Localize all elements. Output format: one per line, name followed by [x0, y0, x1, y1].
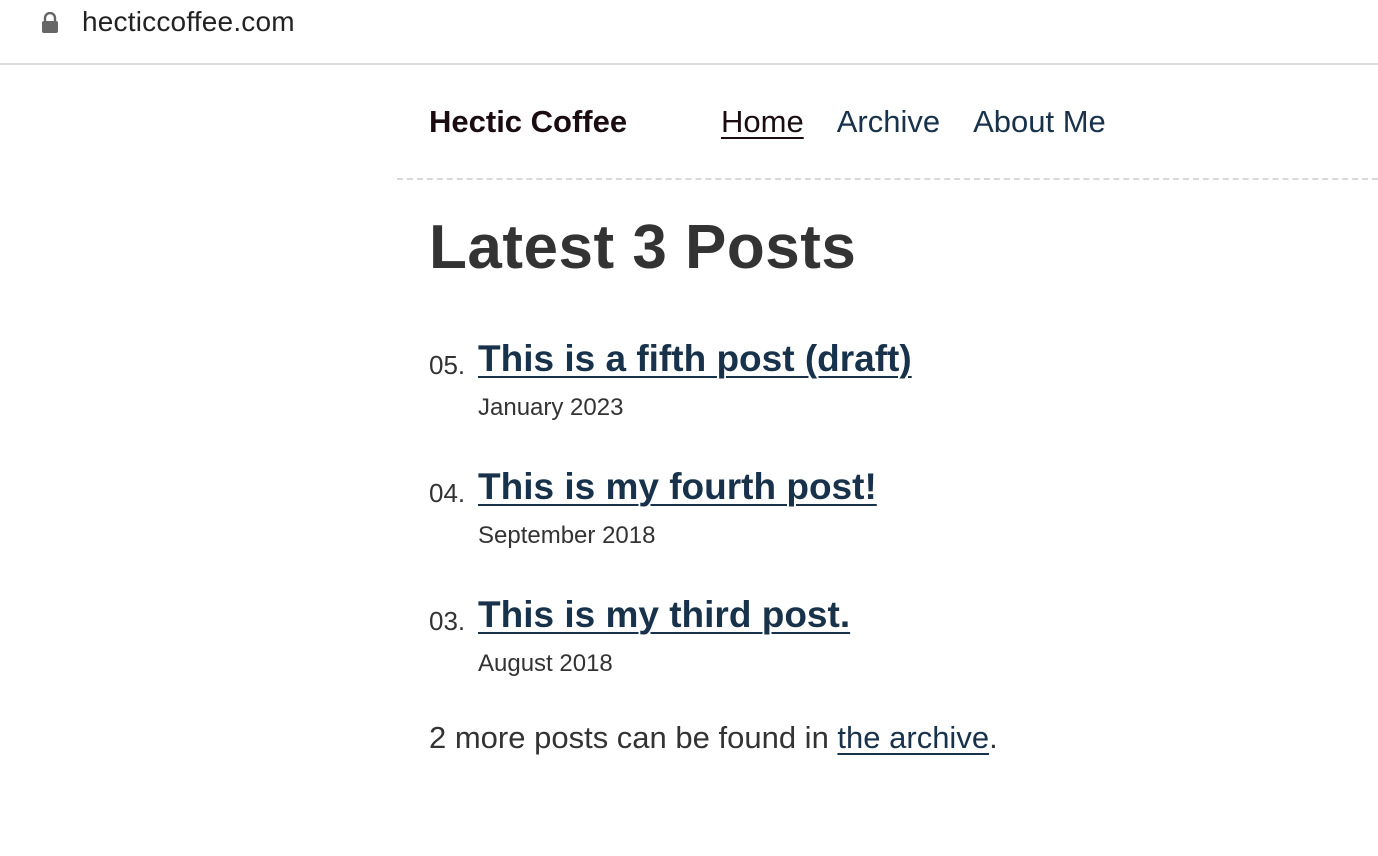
page-title: Latest 3 Posts — [429, 213, 857, 282]
nav-archive[interactable]: Archive — [837, 104, 940, 140]
post-title-link[interactable]: This is a fifth post (draft) — [478, 338, 912, 380]
more-posts-note: 2 more posts can be found in the archive… — [429, 720, 998, 756]
nav-about-me[interactable]: About Me — [973, 104, 1106, 140]
post-date: August 2018 — [478, 650, 613, 677]
more-posts-text: 2 more posts can be found in — [429, 720, 838, 755]
site-header: Hectic Coffee Home Archive About Me — [0, 66, 1378, 180]
address-bar[interactable]: hecticcoffee.com — [0, 0, 1378, 65]
archive-link[interactable]: the archive — [837, 720, 989, 755]
post-number: 05. — [429, 350, 466, 380]
post-date: January 2023 — [478, 394, 624, 421]
url-text[interactable]: hecticcoffee.com — [82, 6, 295, 38]
nav-home[interactable]: Home — [721, 104, 804, 140]
site-title[interactable]: Hectic Coffee — [429, 104, 627, 140]
header-divider — [397, 178, 1378, 180]
post-title-link[interactable]: This is my third post. — [478, 594, 850, 636]
lock-icon — [42, 12, 58, 33]
post-title-link[interactable]: This is my fourth post! — [478, 466, 877, 508]
more-posts-period: . — [989, 720, 998, 755]
main-nav: Home Archive About Me — [721, 104, 1139, 140]
post-number: 03. — [429, 606, 466, 636]
post-number: 04. — [429, 478, 466, 508]
post-date: September 2018 — [478, 522, 656, 549]
